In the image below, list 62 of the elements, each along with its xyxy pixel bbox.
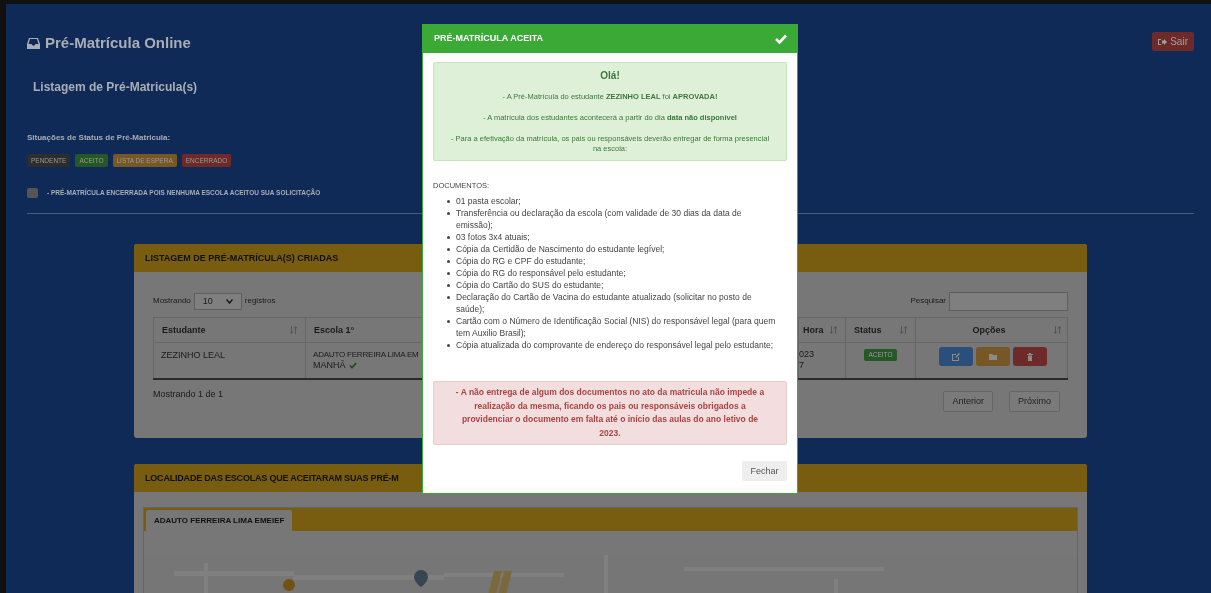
table-cell: ZEZINHO LEAL [161, 350, 225, 361]
sort-icon[interactable] [900, 326, 907, 335]
greeting: Olá! [600, 69, 620, 83]
pagination-button[interactable]: Próximo [1009, 391, 1060, 413]
bullet-icon [447, 260, 450, 264]
bullet-icon [447, 320, 450, 324]
document-item: Cópia do RG e CPF do estudante; [456, 255, 586, 268]
logout-button[interactable]: Sair [1152, 32, 1194, 51]
close-button[interactable]: Fechar [742, 461, 787, 482]
column-header[interactable]: Hora [803, 323, 824, 337]
document-item: Transferência ou declaração da escola (com validade de 30 dias da data de emissão); [456, 207, 743, 232]
table-info: Mostrando 1 de 1 [153, 388, 224, 402]
document-item: Cópia do Cartão do SUS do estudante; [456, 279, 604, 292]
document-item: 03 fotos 3x4 atuais; [456, 231, 530, 244]
bullet-icon [447, 344, 450, 348]
column-header[interactable]: Status [854, 323, 882, 337]
sort-icon[interactable] [290, 326, 297, 335]
document-item: 01 pasta escolar; [456, 195, 521, 208]
document-item: Declaração do Cartão de Vacina do estudante atualizado (solicitar no posto de saúde); [456, 291, 753, 316]
folder-icon [987, 351, 998, 362]
length-label: Mostrando [153, 295, 191, 308]
sort-icon[interactable] [829, 326, 837, 335]
modal-title: PRÉ-MATRÍCULA ACEITA [434, 32, 543, 46]
trash-icon [1024, 351, 1035, 362]
legend-label: Situações de Status de Pré-Matricula: [27, 131, 171, 144]
school-tab[interactable]: ADAUTO FERREIRA LIMA EMEIEF [146, 510, 293, 532]
sort-icon[interactable] [1054, 326, 1061, 335]
bullet-icon [447, 296, 450, 300]
length-label: registros [244, 295, 276, 308]
document-item: Cópia atualizada do comprovante de endereço do responsável legal pelo estudante; [456, 339, 774, 352]
card-title: LOCALIDADE DAS ESCOLAS QUE ACEITARAM SUAS PRÉ-M [145, 471, 399, 485]
table-cell: 023 [799, 349, 815, 361]
bullet-icon [447, 272, 450, 276]
document-item: Cartão com o Número de Identificação Social (NIS) do responsável legal (para quem tem Auxilio Brasil); [456, 315, 777, 340]
table-cell: 7 [799, 360, 804, 372]
app-title: Pré-Matrícula Online [45, 33, 191, 53]
check-icon [775, 34, 787, 44]
bullet-icon [447, 200, 450, 204]
bullet-icon [447, 284, 450, 288]
search-label: Pesquisar [910, 295, 946, 308]
edit-icon [950, 351, 961, 362]
page-length-select[interactable]: 10 [193, 292, 242, 310]
sign-out-icon [1158, 37, 1168, 46]
closed-legend-swatch [27, 188, 38, 199]
table-cell: MANHÃ [313, 360, 346, 372]
inbox-icon [27, 37, 40, 49]
column-header[interactable]: Escola 1° [314, 323, 355, 337]
delete-button[interactable] [1012, 347, 1047, 367]
table-cell-text: ADAUTO FERREIRA LIMA EM [313, 349, 419, 360]
chevron-down-icon [225, 298, 233, 304]
document-item: Cópia da Certidão de Nascimento do estudante legível; [456, 243, 665, 256]
column-header[interactable]: Opções [924, 323, 1054, 337]
warning-alert: - A não entrega de algum dos documentos no ato da matricula não impede a realização da mesma, ficando os pais ou responsáveis obrigados a providenciar o documento em falta até o início das aulas do ano letivo de 2023. [433, 381, 787, 446]
bullet-icon [447, 248, 450, 252]
column-header[interactable]: Estudante [162, 323, 206, 337]
folder-button[interactable] [975, 347, 1010, 367]
bullet-icon [447, 236, 450, 240]
page-title: Listagem de Pré-Matricula(s) [33, 78, 198, 96]
pagination-button[interactable]: Anterior [943, 391, 993, 413]
edit-button[interactable] [938, 347, 973, 367]
search-field[interactable] [949, 291, 1068, 311]
bullet-icon [447, 212, 450, 216]
